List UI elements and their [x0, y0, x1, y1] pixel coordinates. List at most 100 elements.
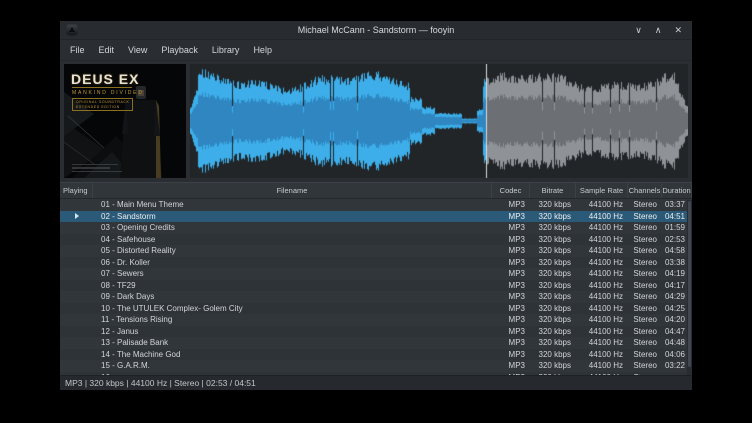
- cell-filename: 08 - TF29: [93, 281, 492, 290]
- scrollbar[interactable]: [687, 200, 692, 375]
- cell-codec: MP3: [492, 200, 530, 209]
- cell-channels: Stereo: [628, 212, 662, 221]
- album-edition-badge: ORIGINAL SOUNDTRACK EXTENDED EDITION: [72, 98, 133, 111]
- table-row[interactable]: 03 - Opening CreditsMP3320 kbps44100 HzS…: [60, 222, 692, 234]
- menu-playback[interactable]: Playback: [154, 45, 205, 55]
- menu-file[interactable]: File: [63, 45, 92, 55]
- cell-codec: MP3: [492, 315, 530, 324]
- cell-sample-rate: 44100 Hz: [576, 327, 628, 336]
- cell-channels: Stereo: [628, 235, 662, 244]
- cell-codec: MP3: [492, 350, 530, 359]
- table-row[interactable]: 15 - G.A.R.M.MP3320 kbps44100 HzStereo03…: [60, 360, 692, 372]
- cell-channels: Stereo: [628, 281, 662, 290]
- menu-bar: FileEditViewPlaybackLibraryHelp: [60, 40, 692, 61]
- cell-filename: 06 - Dr. Koller: [93, 258, 492, 267]
- menu-edit[interactable]: Edit: [92, 45, 122, 55]
- cell-filename: 10 - The UTULEK Complex- Golem City: [93, 304, 492, 313]
- cell-channels: Stereo: [628, 246, 662, 255]
- cell-codec: MP3: [492, 269, 530, 278]
- table-row[interactable]: 07 - SewersMP3320 kbps44100 HzStereo04:1…: [60, 268, 692, 280]
- cell-codec: MP3: [492, 235, 530, 244]
- cell-filename: 14 - The Machine God: [93, 350, 492, 359]
- table-row[interactable]: 10 - The UTULEK Complex- Golem CityMP332…: [60, 303, 692, 315]
- cell-bitrate: 320 kbps: [530, 269, 576, 278]
- menu-library[interactable]: Library: [205, 45, 247, 55]
- cell-bitrate: 320 kbps: [530, 338, 576, 347]
- cell-bitrate: 320 kbps: [530, 281, 576, 290]
- column-header-channels[interactable]: Channels: [628, 183, 662, 198]
- cell-bitrate: 320 kbps: [530, 246, 576, 255]
- cell-bitrate: 320 kbps: [530, 304, 576, 313]
- scrollbar-thumb[interactable]: [688, 201, 691, 367]
- minimize-icon[interactable]: ∨: [635, 21, 642, 40]
- cell-filename: 01 - Main Menu Theme: [93, 200, 492, 209]
- cell-channels: Stereo: [628, 258, 662, 267]
- cell-filename: 16 - ...: [93, 373, 492, 375]
- window-controls: ∨ ∧ ✕: [635, 21, 692, 40]
- cell-codec: MP3: [492, 223, 530, 232]
- table-row[interactable]: 06 - Dr. KollerMP3320 kbps44100 HzStereo…: [60, 257, 692, 269]
- app-window: Michael McCann - Sandstorm — fooyin ∨ ∧ …: [60, 21, 692, 390]
- status-bar: MP3 | 320 kbps | 44100 Hz | Stereo | 02:…: [60, 375, 692, 390]
- cell-codec: MP3: [492, 338, 530, 347]
- column-header-sample-rate[interactable]: Sample Rate: [576, 183, 628, 198]
- cell-bitrate: 320 kbps: [530, 373, 576, 375]
- cell-channels: Stereo: [628, 200, 662, 209]
- playing-indicator-cell: [60, 213, 93, 219]
- cell-sample-rate: 44100 Hz: [576, 246, 628, 255]
- window-title: Michael McCann - Sandstorm — fooyin: [60, 25, 692, 35]
- cell-filename: 07 - Sewers: [93, 269, 492, 278]
- table-row[interactable]: 09 - Dark DaysMP3320 kbps44100 HzStereo0…: [60, 291, 692, 303]
- menu-help[interactable]: Help: [246, 45, 279, 55]
- cell-codec: MP3: [492, 361, 530, 370]
- waveform-canvas: [190, 64, 688, 178]
- menu-view[interactable]: View: [121, 45, 154, 55]
- column-header-codec[interactable]: Codec: [492, 183, 530, 198]
- table-row[interactable]: 08 - TF29MP3320 kbps44100 HzStereo04:17: [60, 280, 692, 292]
- cell-sample-rate: 44100 Hz: [576, 304, 628, 313]
- maximize-icon[interactable]: ∧: [655, 21, 662, 40]
- cell-sample-rate: 44100 Hz: [576, 361, 628, 370]
- cell-sample-rate: 44100 Hz: [576, 292, 628, 301]
- cell-bitrate: 320 kbps: [530, 315, 576, 324]
- table-row[interactable]: 12 - JanusMP3320 kbps44100 HzStereo04:47: [60, 326, 692, 338]
- cell-bitrate: 320 kbps: [530, 200, 576, 209]
- album-title: DEUS EX: [71, 71, 139, 87]
- album-edition-line1: ORIGINAL SOUNDTRACK: [76, 100, 129, 105]
- table-row[interactable]: 05 - Distorted RealityMP3320 kbps44100 H…: [60, 245, 692, 257]
- close-icon[interactable]: ✕: [674, 21, 682, 40]
- album-credits-text: [72, 162, 122, 173]
- cell-channels: Stereo: [628, 292, 662, 301]
- cell-channels: Stereo: [628, 304, 662, 313]
- column-header-bitrate[interactable]: Bitrate: [530, 183, 576, 198]
- column-header-filename[interactable]: Filename: [93, 183, 492, 198]
- table-row[interactable]: 04 - SafehouseMP3320 kbps44100 HzStereo0…: [60, 234, 692, 246]
- table-row[interactable]: 02 - SandstormMP3320 kbps44100 HzStereo0…: [60, 211, 692, 223]
- table-row[interactable]: 14 - The Machine GodMP3320 kbps44100 HzS…: [60, 349, 692, 361]
- cell-bitrate: 320 kbps: [530, 292, 576, 301]
- title-bar[interactable]: Michael McCann - Sandstorm — fooyin ∨ ∧ …: [60, 21, 692, 40]
- cell-codec: MP3: [492, 304, 530, 313]
- album-art: DEUS EX MANKIND DIVIDED ORIGINAL SOUNDTR…: [64, 64, 186, 178]
- table-row[interactable]: 13 - Palisade BankMP3320 kbps44100 HzSte…: [60, 337, 692, 349]
- table-row[interactable]: 01 - Main Menu ThemeMP3320 kbps44100 HzS…: [60, 199, 692, 211]
- column-header-playing[interactable]: Playing: [60, 183, 93, 198]
- cell-sample-rate: 44100 Hz: [576, 212, 628, 221]
- column-header-duration[interactable]: Duration: [662, 183, 692, 198]
- cell-channels: Stereo: [628, 350, 662, 359]
- table-row[interactable]: 16 - ...MP3320 kbps44100 HzStereo: [60, 372, 692, 376]
- cell-sample-rate: 44100 Hz: [576, 235, 628, 244]
- cell-filename: 03 - Opening Credits: [93, 223, 492, 232]
- waveform-seekbar[interactable]: [190, 64, 688, 178]
- cell-channels: Stereo: [628, 327, 662, 336]
- playlist: PlayingFilenameCodecBitrateSample RateCh…: [60, 182, 692, 375]
- table-row[interactable]: 11 - Tensions RisingMP3320 kbps44100 HzS…: [60, 314, 692, 326]
- album-subtitle: MANKIND DIVIDED: [72, 90, 144, 96]
- cell-codec: MP3: [492, 212, 530, 221]
- cell-codec: MP3: [492, 327, 530, 336]
- playlist-rows: 01 - Main Menu ThemeMP3320 kbps44100 HzS…: [60, 199, 692, 375]
- cell-bitrate: 320 kbps: [530, 223, 576, 232]
- cell-filename: 05 - Distorted Reality: [93, 246, 492, 255]
- cell-sample-rate: 44100 Hz: [576, 281, 628, 290]
- cell-sample-rate: 44100 Hz: [576, 338, 628, 347]
